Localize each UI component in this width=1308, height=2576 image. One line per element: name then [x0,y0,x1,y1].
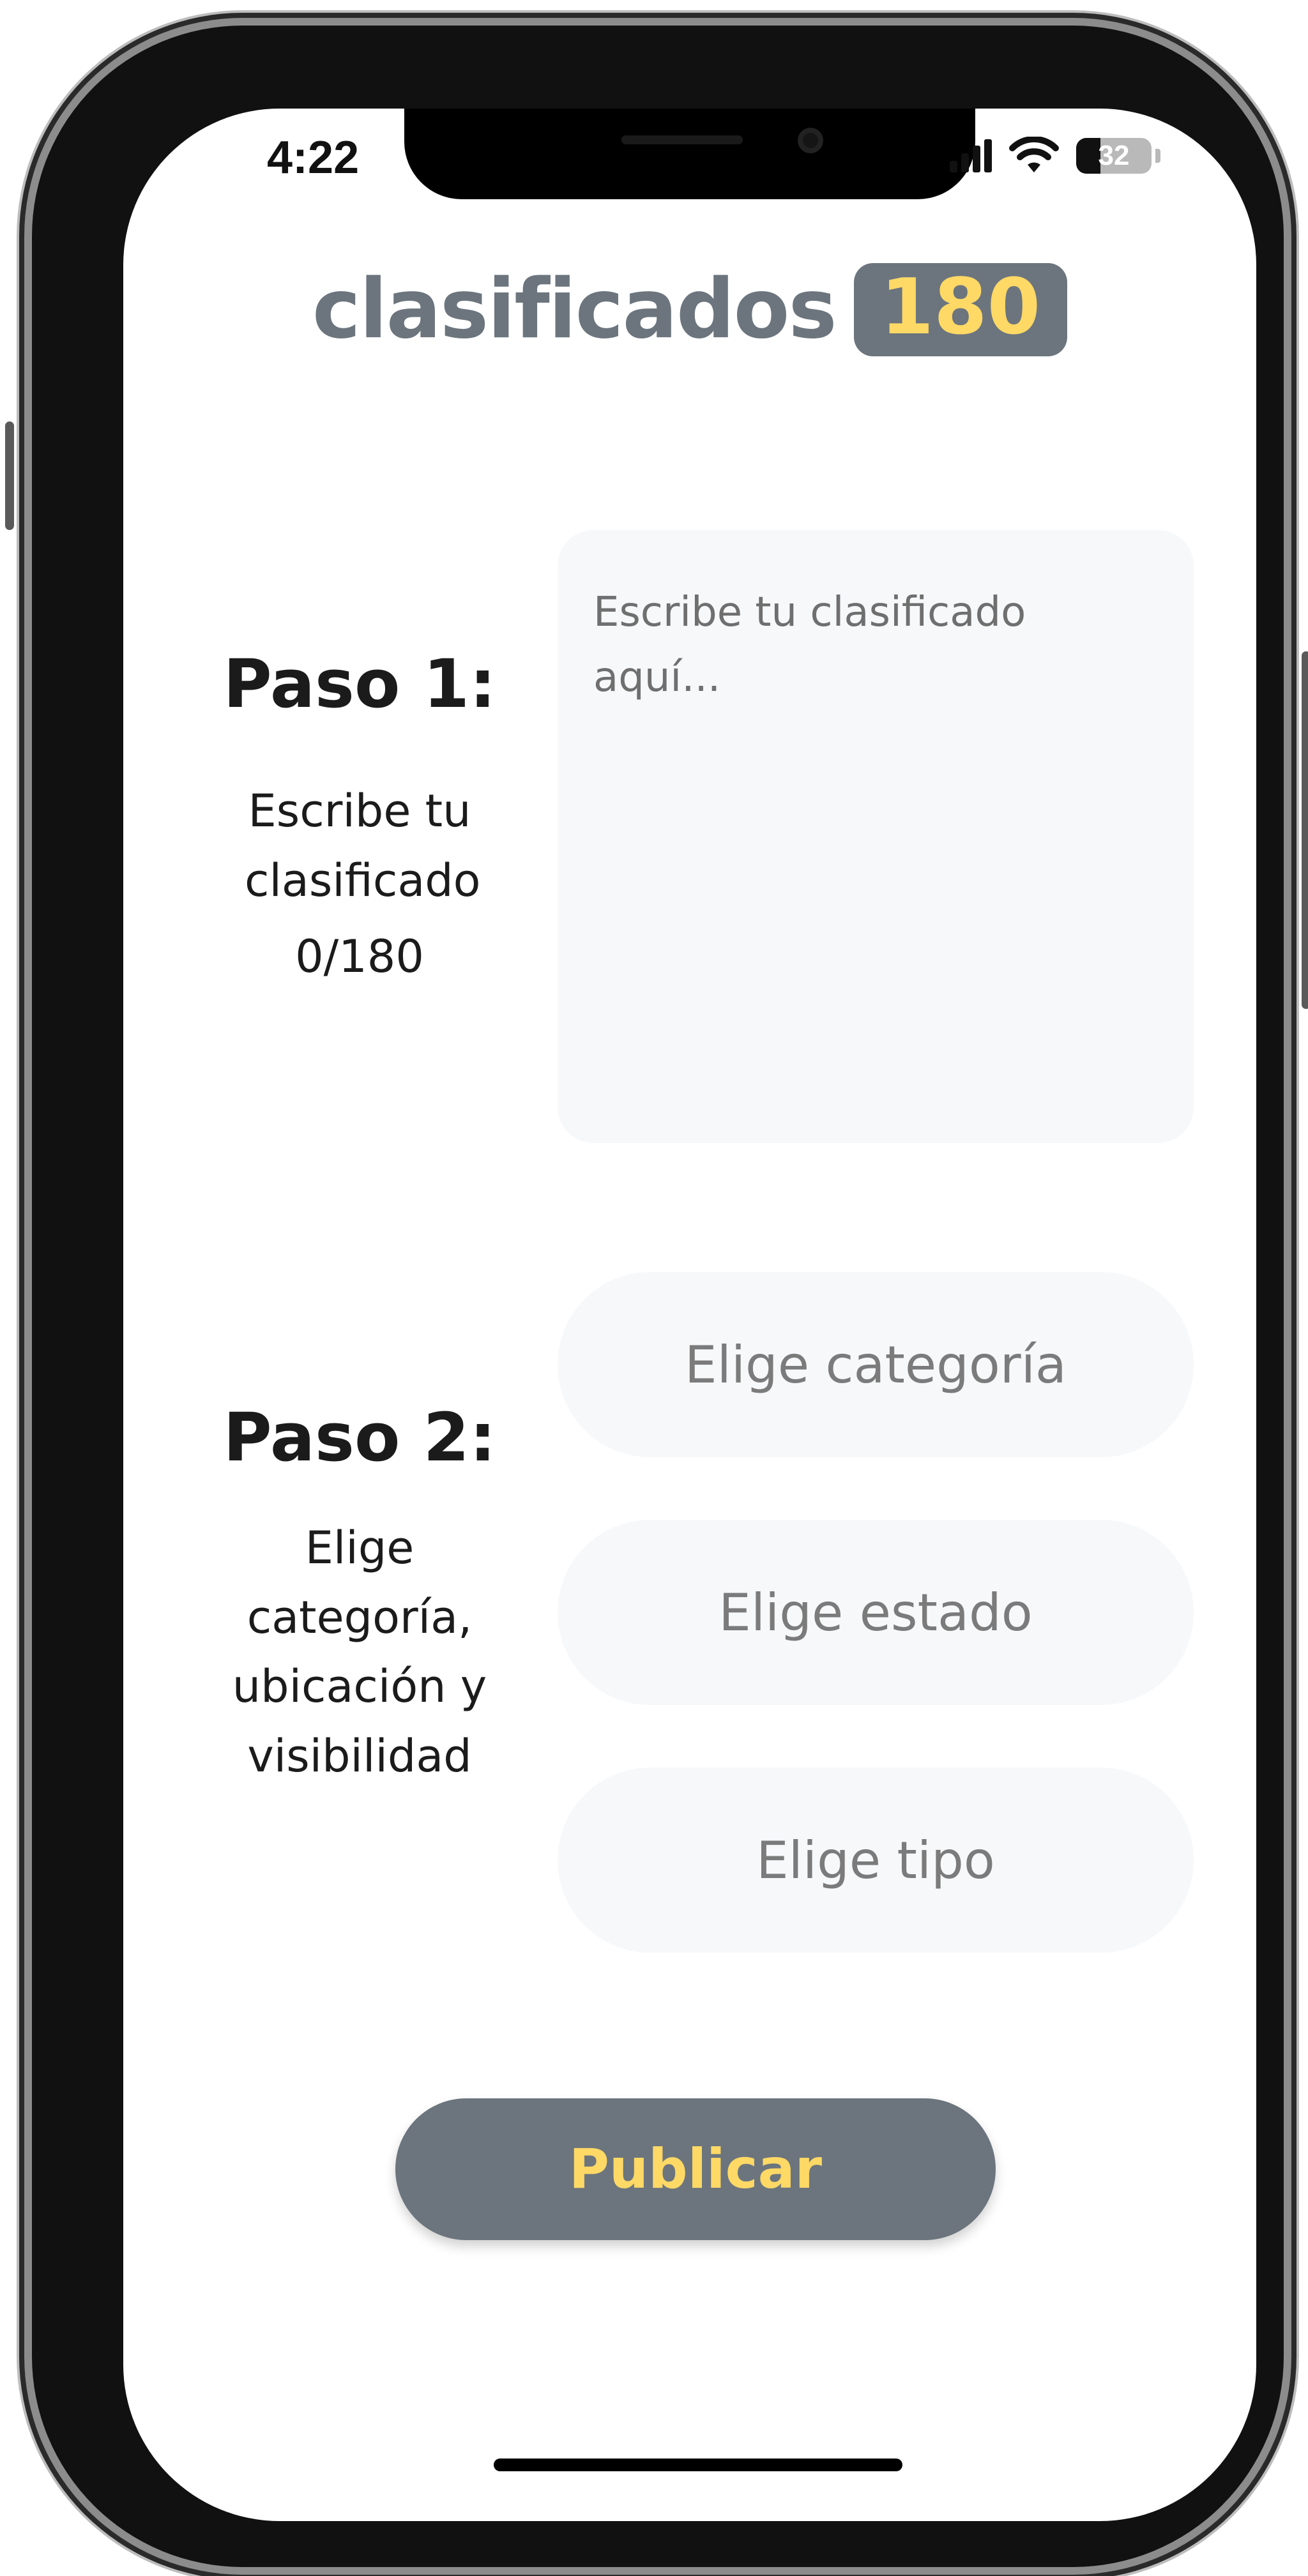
step1-description: Escribe tu clasificado [245,785,481,907]
battery-percentage: 32 [1098,140,1130,171]
step2-labels: Paso 2: Elige categoría, ubicación y vis… [200,1398,519,1791]
logo-badge: 180 [853,262,1068,356]
category-select[interactable]: Elige categoría [558,1272,1194,1457]
type-select[interactable]: Elige tipo [558,1768,1194,1953]
power-button [1302,651,1308,1009]
logo-text: clasificados [312,262,837,357]
notch [404,109,975,199]
status-time: 4:22 [267,132,360,183]
step1-title: Paso 1: [223,645,496,723]
app-logo: clasificados 180 [123,262,1256,357]
wifi-icon [1009,137,1059,172]
battery-level-fill [1076,138,1100,174]
battery-tip [1155,149,1160,163]
silent-switch [5,421,14,530]
cellular-signal-icon [950,139,992,172]
classified-textarea-container [558,530,1194,1143]
earpiece-speaker [621,135,743,144]
battery-icon: 32 [1076,138,1152,174]
phone-frame: 4:22 32 clasificados 180 Paso 1: Escribe… [5,26,1308,2567]
classified-textarea[interactable] [593,580,1158,1093]
phone-screen: 4:22 32 clasificados 180 Paso 1: Escribe… [123,109,1256,2521]
step1-labels: Paso 1: Escribe tu clasificado 0/180 [200,645,519,983]
home-indicator[interactable] [494,2459,902,2471]
step2-description: Elige categoría, ubicación y visibilidad [232,1522,487,1782]
publish-button[interactable]: Publicar [395,2098,996,2240]
front-camera [798,128,823,153]
character-counter: 0/180 [295,930,424,983]
state-select[interactable]: Elige estado [558,1520,1194,1705]
step2-title: Paso 2: [223,1398,496,1476]
status-icons: 32 [950,137,1160,175]
